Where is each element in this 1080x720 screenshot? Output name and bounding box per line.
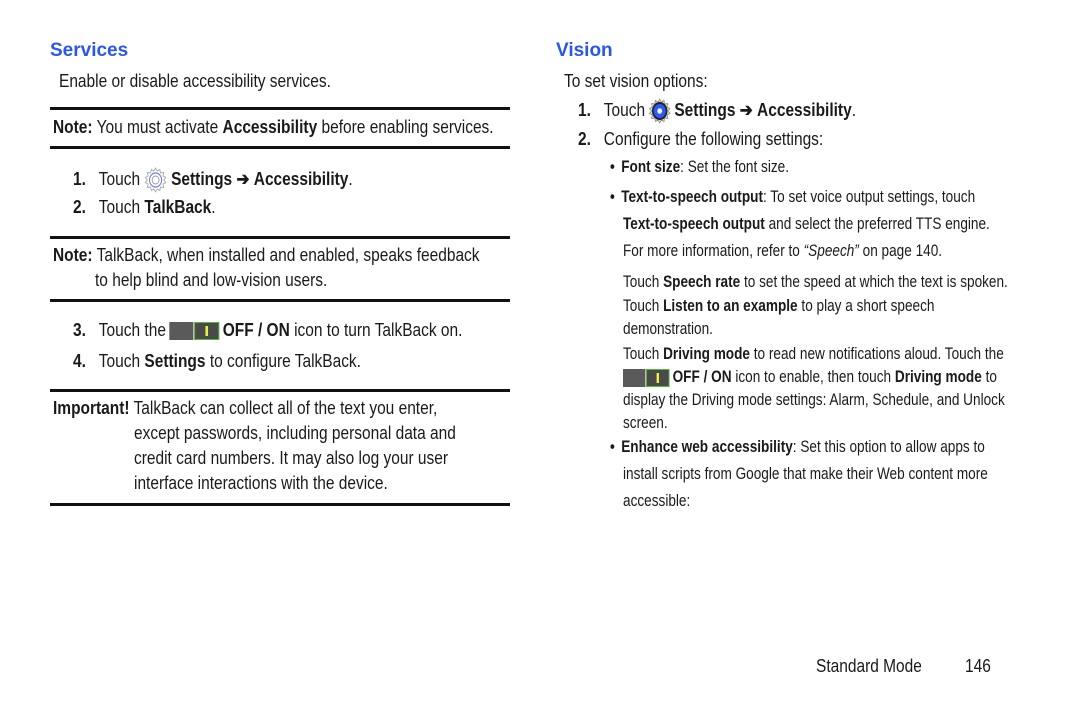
services-intro: Enable or disable accessibility services… [59,71,331,91]
section-heading-vision: Vision [556,40,613,61]
driving-mode-text: Touch Driving mode to read new notificat… [623,344,1004,363]
footer-mode: Standard Mode [816,656,922,676]
off-on-toggle-icon [169,322,220,341]
tts-line-2: Text-to-speech output and select the pre… [623,214,990,233]
divider [50,389,510,392]
important-line-4: interface interactions with the device. [134,473,388,493]
off-on-toggle-icon [623,368,670,387]
tts-line-3: For more information, refer to “Speech” … [623,241,943,260]
step-2-right: 2. Configure the following settings: [578,129,824,149]
settings-gear-icon [144,166,168,194]
driving-mode-line-3: display the Driving mode settings: Alarm… [623,390,1005,409]
divider [50,299,510,302]
speech-rate-text: Touch Speech rate to set the speed at wh… [623,272,1008,291]
enhance-web-line-2: install scripts from Google that make th… [623,464,988,483]
important-notice: Important! TalkBack can collect all of t… [53,398,438,418]
step-4-left: 4. Touch Settings to configure TalkBack. [73,351,361,371]
divider [50,107,510,110]
vision-intro: To set vision options: [564,71,708,91]
note-talkback-line2: to help blind and low-vision users. [95,270,328,290]
step-1-left: 1. Touch Settings ➔ Accessibility. [73,166,398,194]
divider [50,146,510,149]
page-number: 146 [965,656,991,676]
step-2-left: 2. Touch TalkBack. [73,197,216,217]
listen-example-text: Touch Listen to an example to play a sho… [623,296,935,315]
section-heading-services: Services [50,40,129,61]
driving-mode-line-4: screen. [623,413,668,432]
important-line-2: except passwords, including personal dat… [134,423,456,443]
speech-link[interactable]: “Speech” [804,241,859,260]
step-1-right: 1. Touch Settings ➔ Accessibility. [578,98,901,124]
settings-gear-icon [648,98,671,124]
divider [50,236,510,239]
enhance-web-item: • Enhance web accessibility: Set this opt… [610,437,985,456]
note-label: Note: [53,117,93,137]
driving-mode-line-2: OFF / ON icon to enable, then touch Driv… [623,367,1080,387]
font-size-item: • Font size: Set the font size. [610,157,789,176]
listen-example-line-2: demonstration. [623,319,713,338]
divider [50,503,510,506]
note-talkback: Note: TalkBack, when installed and enabl… [53,245,480,265]
enhance-web-line-3: accessible: [623,491,691,510]
important-line-3: credit card numbers. It may also log you… [134,448,449,468]
note-accessibility: Note: You must activate Accessibility be… [53,117,494,137]
step-3-left: 3. Touch the OFF / ON icon to turn TalkBac… [73,320,463,341]
tts-item: • Text-to-speech output: To set voice out… [610,187,976,206]
